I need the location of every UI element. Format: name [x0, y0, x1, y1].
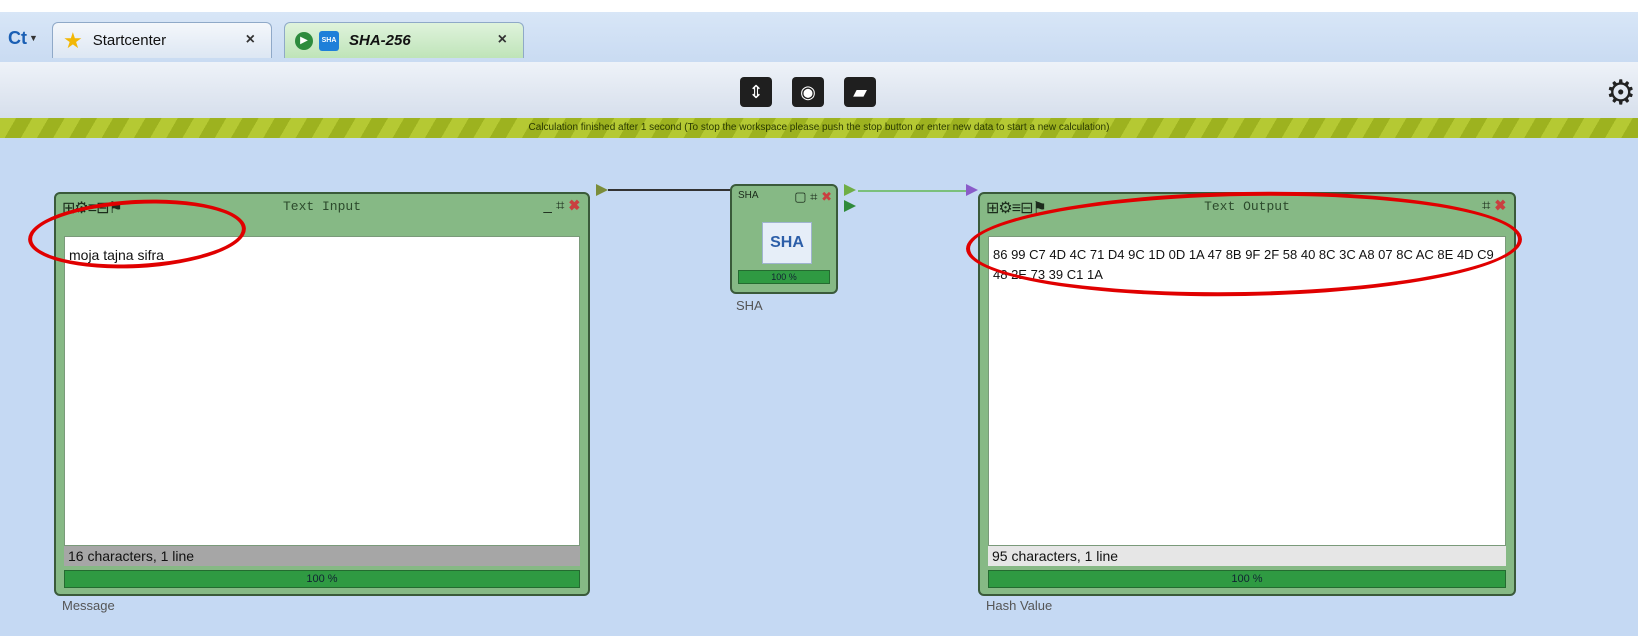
component-label: SHA	[738, 190, 759, 201]
comment-icon: ▰	[853, 81, 867, 102]
input-connector-icon[interactable]	[966, 184, 978, 196]
progress-bar: 100 %	[738, 270, 830, 284]
component-caption: SHA	[736, 298, 763, 313]
text-stats: 16 characters, 1 line	[64, 546, 580, 566]
close-icon[interactable]: ✖	[569, 197, 580, 214]
connection-line	[608, 189, 738, 191]
tab-sha-256[interactable]: ▶ SHA SHA-256 ×	[284, 22, 524, 58]
component-header[interactable]: SHA ▢ ⌗ ✖	[732, 186, 836, 212]
tab-label: SHA-256	[349, 32, 411, 49]
settings-gear-icon[interactable]: ⚙	[1606, 76, 1636, 110]
workspace-canvas[interactable]: ⊞⚙≡⊟⚑ Text Input _ ⌗ ✖ moja tajna sifra …	[0, 138, 1638, 636]
tab-close-button[interactable]: ×	[498, 31, 507, 49]
component-caption: Hash Value	[986, 598, 1053, 613]
maximize-button[interactable]: ⇕	[740, 77, 772, 107]
window-controls[interactable]: _ ⌗ ✖	[543, 197, 580, 214]
cryptool-logo-icon: Ct	[8, 27, 28, 48]
sha-component[interactable]: SHA ▢ ⌗ ✖ SHA 100 %	[730, 184, 838, 294]
play-icon: ▶	[295, 31, 313, 50]
output-connector-icon[interactable]	[844, 184, 856, 196]
tab-close-button[interactable]: ×	[246, 31, 255, 49]
sha-tab-icon: SHA	[319, 30, 339, 51]
progress-bar: 100 %	[64, 570, 580, 588]
screenshot-button[interactable]: ◉	[792, 77, 824, 107]
close-icon[interactable]: ✖	[1495, 197, 1506, 214]
output-connector-icon[interactable]	[596, 184, 608, 196]
camera-icon: ◉	[800, 81, 816, 102]
progress-bar: 100 %	[988, 570, 1506, 588]
app-menu-button[interactable]: Ct ▼	[6, 26, 40, 50]
tab-label: Startcenter	[92, 32, 167, 49]
text-input-field[interactable]: moja tajna sifra	[64, 236, 580, 546]
tab-startcenter[interactable]: ★ Startcenter ×	[52, 22, 272, 58]
tab-strip: Ct ▼ ★ Startcenter × ▶ SHA SHA-256 ×	[0, 0, 1638, 63]
comment-button[interactable]: ▰	[844, 77, 876, 107]
chevron-down-icon: ▼	[29, 33, 38, 43]
sha-logo-icon: SHA	[762, 222, 812, 264]
text-stats: 95 characters, 1 line	[988, 546, 1506, 566]
window-controls[interactable]: ▢ ⌗ ✖	[794, 189, 832, 205]
close-icon[interactable]: ✖	[821, 189, 832, 204]
connection-line	[858, 190, 968, 192]
maximize-icon: ⇕	[748, 81, 764, 102]
star-icon: ★	[63, 27, 83, 53]
component-caption: Message	[62, 598, 115, 613]
status-banner: Calculation finished after 1 second (To …	[0, 118, 1638, 138]
workspace-toolbar: ⇕ ◉ ▰ ⚙	[0, 62, 1638, 119]
output-connector-icon[interactable]	[844, 200, 856, 212]
